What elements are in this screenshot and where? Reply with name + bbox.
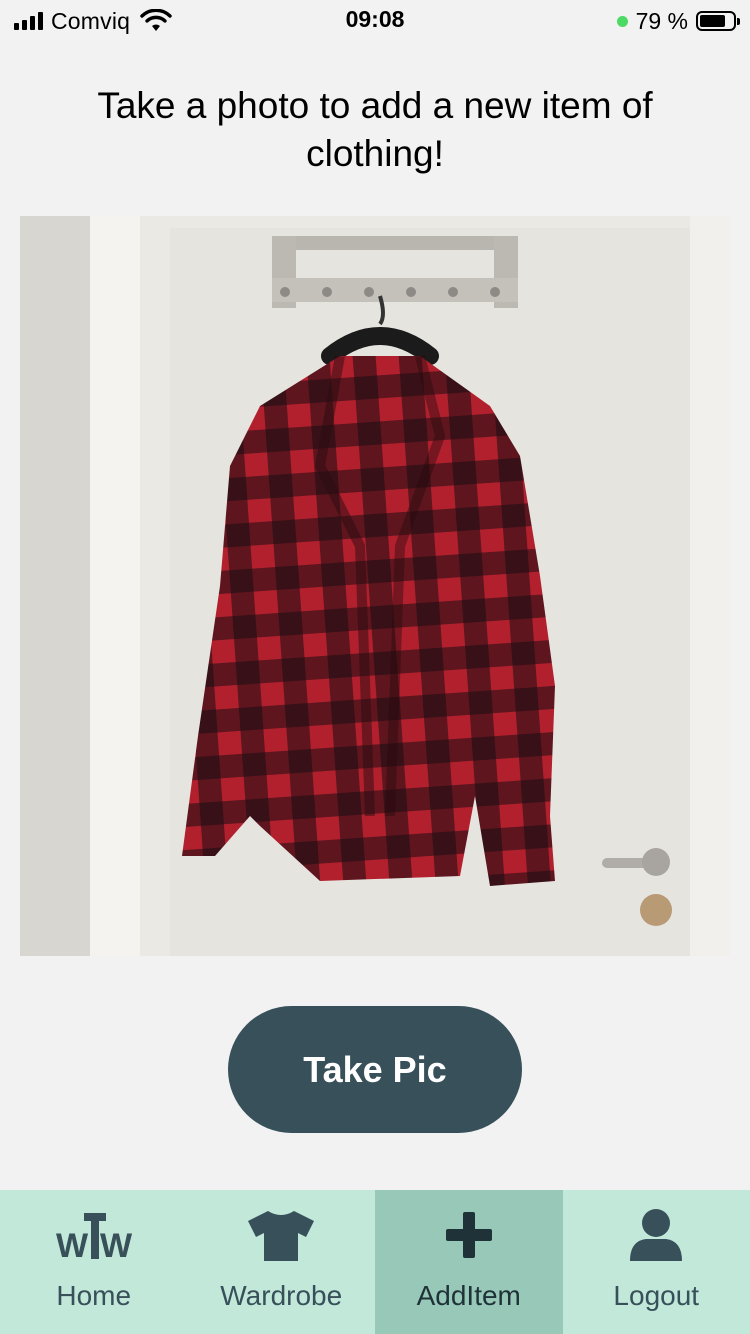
tab-additem-label: AddItem [416, 1280, 521, 1311]
tab-home[interactable]: W W Home [0, 1190, 188, 1334]
status-bar: Comviq 09:08 79 % [0, 0, 750, 40]
clothing-photo [20, 216, 730, 956]
status-right: 79 % [616, 7, 740, 34]
tab-logout-label: Logout [613, 1280, 700, 1311]
page-heading: Take a photo to add a new item of clothi… [97, 85, 653, 174]
battery-icon [696, 11, 740, 31]
bottom-tab-bar: W W Home Wardrobe AddItem Logout [0, 1190, 750, 1334]
tab-wardrobe[interactable]: Wardrobe [188, 1190, 376, 1334]
tab-wardrobe-label: Wardrobe [220, 1280, 343, 1311]
svg-text:W: W [56, 1227, 89, 1261]
privacy-indicator-icon [616, 15, 628, 27]
tab-logout[interactable]: Logout [563, 1190, 750, 1334]
tab-additem[interactable]: AddItem [375, 1190, 563, 1334]
svg-text:W: W [100, 1227, 133, 1261]
tshirt-icon [241, 1204, 321, 1266]
wtw-logo-icon: W W [54, 1204, 134, 1266]
tab-home-label: Home [56, 1280, 132, 1311]
battery-percentage: 79 % [635, 7, 688, 34]
plus-icon [429, 1204, 509, 1266]
user-icon [616, 1204, 696, 1266]
take-pic-button[interactable]: Take Pic [228, 1006, 522, 1133]
